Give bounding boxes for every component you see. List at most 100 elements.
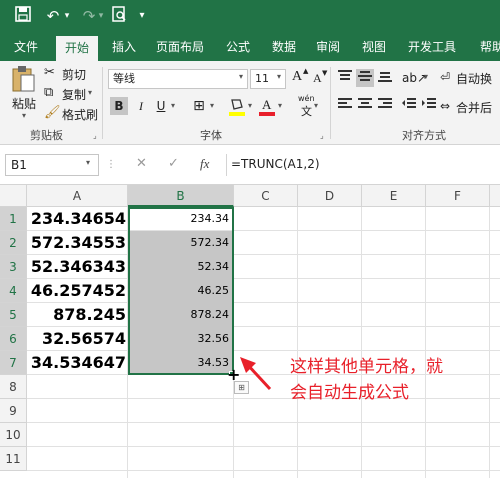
copy-button[interactable]: 复制 xyxy=(62,86,86,103)
tab-help[interactable]: 帮助 xyxy=(472,33,500,61)
wrap-text-button[interactable]: 自动换 xyxy=(456,70,492,87)
chevron-down-icon[interactable]: ▾ xyxy=(96,6,106,26)
row-header[interactable]: 3 xyxy=(0,255,27,279)
tab-view[interactable]: 视图 xyxy=(356,33,392,61)
row-header[interactable]: 8 xyxy=(0,375,27,399)
tab-file[interactable]: 文件 xyxy=(6,33,46,61)
chevron-down-icon[interactable]: ▾ xyxy=(62,6,72,26)
align-bottom-icon[interactable] xyxy=(376,69,394,87)
selection-range-border xyxy=(128,207,234,375)
tab-page-layout[interactable]: 页面布局 xyxy=(150,33,210,61)
cell-a6[interactable]: 32.56574 xyxy=(27,327,128,351)
chevron-down-icon[interactable]: ▾ xyxy=(314,101,318,110)
gridline xyxy=(297,207,298,478)
row-header[interactable]: 1 xyxy=(0,207,27,231)
merge-center-button[interactable]: 合并后 xyxy=(456,99,492,116)
copy-icon[interactable]: ⧉ xyxy=(44,85,53,100)
align-center-icon[interactable] xyxy=(356,97,374,115)
cell-a2[interactable]: 572.34553 xyxy=(27,231,128,255)
group-separator xyxy=(102,67,103,139)
chevron-down-icon[interactable]: ▾ xyxy=(239,72,243,81)
dialog-launcher-icon[interactable]: ⌟ xyxy=(320,131,324,140)
format-painter-icon[interactable]: 🖌 xyxy=(44,105,61,120)
undo-icon[interactable]: ↶ xyxy=(44,6,62,26)
select-all-corner[interactable] xyxy=(0,185,27,207)
row-header[interactable]: 9 xyxy=(0,399,27,423)
ribbon-tabs: 文件 开始 插入 页面布局 公式 数据 审阅 视图 开发工具 帮助 xyxy=(0,33,500,61)
dialog-launcher-icon[interactable]: ⌟ xyxy=(93,131,97,140)
borders-icon[interactable]: ⊞ xyxy=(190,97,208,115)
chevron-down-icon[interactable]: ▾ xyxy=(171,101,175,110)
row-header[interactable]: 10 xyxy=(0,423,27,447)
enter-icon[interactable]: ✓ xyxy=(168,156,179,171)
row-header[interactable]: 2 xyxy=(0,231,27,255)
customize-qat-icon[interactable]: ▾ xyxy=(136,6,148,26)
formula-input[interactable]: =TRUNC(A1,2) xyxy=(226,154,500,176)
row-header[interactable]: 7 xyxy=(0,351,27,375)
chevron-down-icon[interactable]: ▾ xyxy=(248,101,252,110)
shrink-font-button[interactable]: A xyxy=(313,71,322,86)
bold-button[interactable]: B xyxy=(110,97,128,115)
column-header-b[interactable]: B xyxy=(128,185,234,207)
scissors-icon[interactable]: ✂ xyxy=(44,65,55,80)
cell-a7[interactable]: 34.534647 xyxy=(27,351,128,375)
cut-button[interactable]: 剪切 xyxy=(62,66,86,83)
cell-a1[interactable]: 234.34654 xyxy=(27,207,128,231)
column-header-d[interactable]: D xyxy=(298,185,362,207)
row-header[interactable]: 11 xyxy=(0,447,27,471)
cancel-icon[interactable]: ✕ xyxy=(136,156,147,171)
column-header-a[interactable]: A xyxy=(27,185,128,207)
merge-center-icon[interactable]: ⇔ xyxy=(440,99,450,113)
caret-down-icon: ▼ xyxy=(322,69,328,77)
row-header[interactable]: 4 xyxy=(0,279,27,303)
column-header-partial[interactable] xyxy=(490,185,500,207)
tab-developer[interactable]: 开发工具 xyxy=(402,33,462,61)
grow-font-button[interactable]: A xyxy=(292,69,302,85)
print-preview-icon[interactable] xyxy=(110,6,128,26)
cell-a5[interactable]: 878.245 xyxy=(27,303,128,327)
tab-insert[interactable]: 插入 xyxy=(104,33,144,61)
chevron-down-icon[interactable]: ▾ xyxy=(277,72,281,81)
svg-text:A: A xyxy=(262,97,272,112)
increase-indent-icon[interactable] xyxy=(420,97,438,115)
row-header[interactable]: 6 xyxy=(0,327,27,351)
tab-review[interactable]: 审阅 xyxy=(310,33,346,61)
more-options-icon[interactable]: ⋮ xyxy=(106,159,116,170)
font-name-select[interactable]: 等线 xyxy=(108,69,248,89)
save-icon[interactable] xyxy=(14,6,32,26)
tab-data[interactable]: 数据 xyxy=(266,33,302,61)
chevron-down-icon[interactable]: ▾ xyxy=(278,101,282,110)
caret-up-icon: ▲ xyxy=(303,67,309,75)
decrease-indent-icon[interactable] xyxy=(400,97,418,115)
paste-icon[interactable] xyxy=(10,65,36,92)
chevron-down-icon[interactable]: ▾ xyxy=(88,88,92,97)
wrap-text-icon[interactable]: ⏎ xyxy=(440,70,450,84)
align-middle-icon[interactable] xyxy=(356,69,374,87)
format-painter-button[interactable]: 格式刷 xyxy=(62,106,98,123)
phonetic-guide-icon[interactable]: wén xyxy=(298,94,315,103)
column-header-e[interactable]: E xyxy=(362,185,426,207)
chevron-down-icon[interactable]: ▾ xyxy=(86,158,90,167)
annotation-line: 会自动生成公式 xyxy=(290,383,409,403)
orientation-icon[interactable]: ab↗ xyxy=(402,69,427,87)
insert-function-button[interactable]: fx xyxy=(200,156,209,172)
column-header-c[interactable]: C xyxy=(234,185,298,207)
tab-formulas[interactable]: 公式 xyxy=(220,33,256,61)
font-color-icon[interactable]: A xyxy=(258,97,276,117)
column-header-f[interactable]: F xyxy=(426,185,490,207)
underline-button[interactable]: U xyxy=(152,97,170,115)
tab-home[interactable]: 开始 xyxy=(56,36,98,61)
align-right-icon[interactable] xyxy=(376,97,394,115)
fill-color-icon[interactable] xyxy=(228,97,246,117)
cell-a3[interactable]: 52.346343 xyxy=(27,255,128,279)
chevron-down-icon[interactable]: ▾ xyxy=(424,72,428,81)
align-top-icon[interactable] xyxy=(336,69,354,87)
paste-button[interactable]: 粘贴 xyxy=(12,95,36,112)
chevron-down-icon[interactable]: ▾ xyxy=(210,101,214,110)
align-left-icon[interactable] xyxy=(336,97,354,115)
cell-a4[interactable]: 46.257452 xyxy=(27,279,128,303)
name-box[interactable]: B1 xyxy=(5,154,99,176)
italic-button[interactable]: I xyxy=(132,97,150,115)
row-header[interactable]: 5 xyxy=(0,303,27,327)
chevron-down-icon[interactable]: ▾ xyxy=(22,111,26,120)
